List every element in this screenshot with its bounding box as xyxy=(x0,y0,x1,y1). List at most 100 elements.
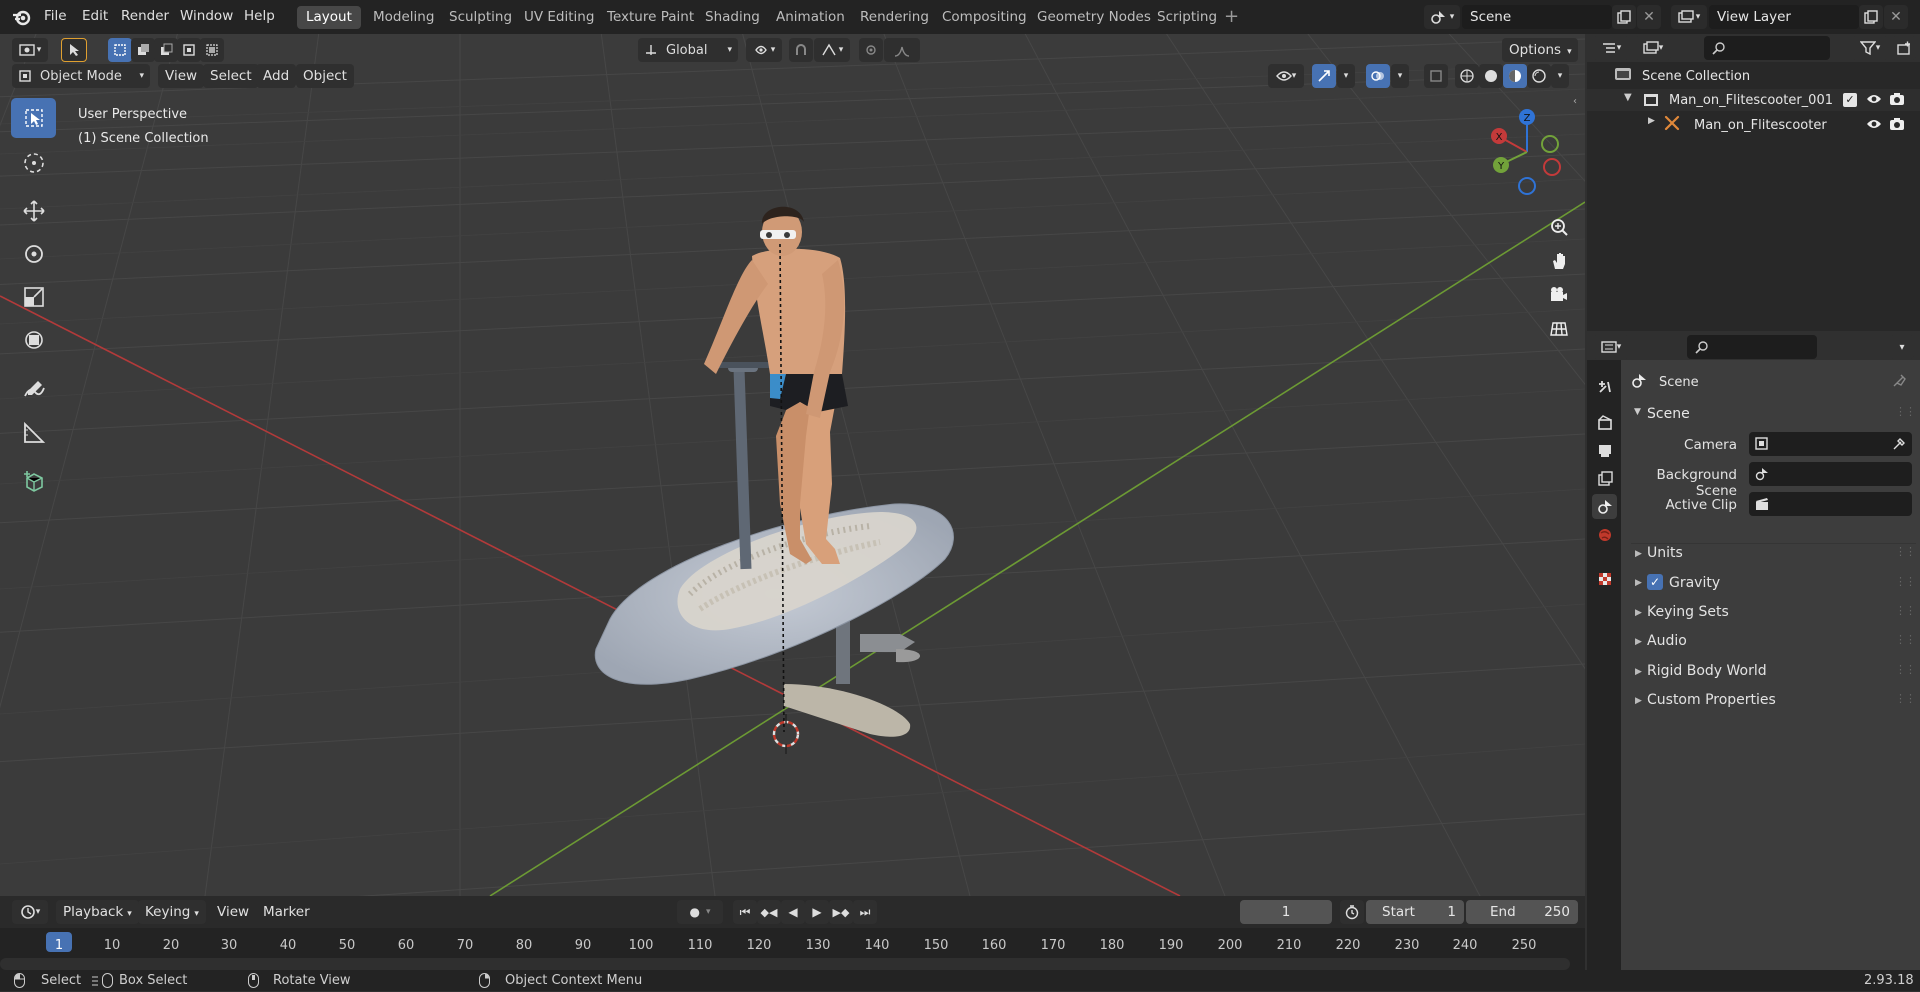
snap-target-icon[interactable]: ▾ xyxy=(814,38,850,62)
drag-handle-icon[interactable]: ⋮⋮ xyxy=(1895,692,1916,705)
playback-menu[interactable]: Playback ▾ xyxy=(56,900,139,924)
drag-handle-icon[interactable]: ⋮⋮ xyxy=(1895,663,1916,676)
audio-panel[interactable]: Audio xyxy=(1647,633,1687,649)
prev-keyframe-icon[interactable]: ◆◀ xyxy=(757,900,781,924)
menu-edit[interactable]: Edit xyxy=(82,8,108,24)
preview-range-icon[interactable] xyxy=(1340,900,1364,924)
blender-logo-icon[interactable] xyxy=(12,7,32,27)
output-tab-icon[interactable] xyxy=(1592,438,1617,463)
move-tool-icon[interactable] xyxy=(11,191,56,231)
select-subtract-icon[interactable] xyxy=(154,38,178,62)
tab-texture-paint[interactable]: Texture Paint xyxy=(598,6,703,29)
scene-selector-icon[interactable]: ▾ xyxy=(1424,5,1460,29)
overlays-toggle-icon[interactable] xyxy=(1366,64,1390,88)
units-expand-icon[interactable]: ▶ xyxy=(1635,549,1642,559)
annotate-tool-icon[interactable] xyxy=(11,370,56,410)
new-view-layer-icon[interactable] xyxy=(1859,5,1883,29)
view-layer-selector-icon[interactable]: ▾ xyxy=(1671,5,1707,29)
timeline-view-menu[interactable]: View xyxy=(210,900,256,924)
select-extend-icon[interactable] xyxy=(131,38,155,62)
gravity-expand-icon[interactable]: ▶ xyxy=(1635,578,1642,588)
gizmo-dropdown-icon[interactable]: ▾ xyxy=(1337,64,1355,88)
panel-collapse-icon[interactable]: ▼ xyxy=(1634,407,1641,417)
cursor-tool-icon[interactable] xyxy=(11,143,56,183)
audio-expand-icon[interactable]: ▶ xyxy=(1635,637,1642,647)
drag-handle-icon[interactable]: ⋮⋮ xyxy=(1895,604,1916,617)
rigid-body-world-panel[interactable]: Rigid Body World xyxy=(1647,663,1767,679)
tab-compositing[interactable]: Compositing xyxy=(933,6,1036,29)
background-scene-field[interactable] xyxy=(1749,462,1912,486)
active-clip-field[interactable] xyxy=(1749,492,1912,516)
transform-tool-icon[interactable] xyxy=(11,320,56,360)
timeline-scrollbar[interactable] xyxy=(0,958,1570,970)
drag-handle-icon[interactable]: ⋮⋮ xyxy=(1895,545,1916,558)
tab-sculpting[interactable]: Sculpting xyxy=(440,6,521,29)
view-layer-field[interactable]: View Layer xyxy=(1709,5,1859,29)
pin-icon[interactable] xyxy=(1893,373,1907,391)
expand-arrow-icon[interactable]: ▶ xyxy=(1648,116,1655,126)
rigid-body-expand-icon[interactable]: ▶ xyxy=(1635,667,1642,677)
tab-geometry-nodes[interactable]: Geometry Nodes xyxy=(1028,6,1160,29)
delete-scene-icon[interactable]: ✕ xyxy=(1637,5,1661,29)
render-tab-icon[interactable] xyxy=(1592,410,1617,435)
tab-rendering[interactable]: Rendering xyxy=(851,6,938,29)
menu-view[interactable]: View xyxy=(158,64,205,88)
menu-file[interactable]: File xyxy=(44,8,67,24)
keying-menu[interactable]: Keying ▾ xyxy=(138,900,206,924)
object-label[interactable]: Man_on_Flitescooter xyxy=(1694,118,1827,133)
tab-uv-editing[interactable]: UV Editing xyxy=(515,6,603,29)
gravity-checkbox[interactable]: ✓ xyxy=(1647,574,1663,590)
select-box-tool-icon[interactable] xyxy=(11,98,56,138)
proportional-edit-icon[interactable] xyxy=(859,38,883,62)
drag-handle-icon[interactable]: ⋮⋮ xyxy=(1895,633,1916,646)
add-workspace-icon[interactable]: + xyxy=(1224,6,1239,27)
play-reverse-icon[interactable]: ◀ xyxy=(781,900,805,924)
drag-handle-icon[interactable]: ⋮⋮ xyxy=(1895,575,1916,588)
zoom-view-icon[interactable] xyxy=(1544,212,1574,242)
next-keyframe-icon[interactable]: ▶◆ xyxy=(829,900,853,924)
pan-view-icon[interactable] xyxy=(1544,246,1574,276)
gravity-panel[interactable]: Gravity xyxy=(1669,575,1720,591)
select-invert-icon[interactable] xyxy=(177,38,201,62)
menu-add[interactable]: Add xyxy=(256,64,297,88)
editor-type-icon[interactable]: ▾ xyxy=(12,38,48,62)
rendered-shading-icon[interactable] xyxy=(1527,64,1551,88)
timeline-editor-type-icon[interactable]: ▾ xyxy=(12,900,48,924)
measure-tool-icon[interactable] xyxy=(11,413,56,453)
menu-render[interactable]: Render xyxy=(121,8,169,24)
jump-start-icon[interactable]: ⏮ xyxy=(733,900,757,924)
xray-toggle-icon[interactable] xyxy=(1424,64,1448,88)
play-icon[interactable]: ▶ xyxy=(805,900,829,924)
units-panel[interactable]: Units xyxy=(1647,545,1683,561)
transform-orientation-dropdown[interactable]: Global ▾ xyxy=(638,38,738,62)
select-intersect-icon[interactable] xyxy=(200,38,224,62)
options-dropdown[interactable]: Options ▾ xyxy=(1502,38,1578,62)
sidebar-toggle-icon[interactable]: ‹ xyxy=(1573,96,1577,107)
tool-tab-icon[interactable] xyxy=(1592,374,1617,399)
auto-keying-icon[interactable]: ● ▾ xyxy=(677,900,723,924)
exclude-checkbox[interactable]: ✓ xyxy=(1843,93,1857,107)
custom-properties-panel[interactable]: Custom Properties xyxy=(1647,692,1776,708)
keying-sets-expand-icon[interactable]: ▶ xyxy=(1635,608,1642,618)
eye-icon[interactable] xyxy=(1866,117,1882,135)
scene-name-field[interactable]: Scene xyxy=(1462,5,1612,29)
new-scene-icon[interactable] xyxy=(1612,5,1636,29)
tab-layout[interactable]: Layout xyxy=(297,6,361,29)
drag-handle-icon[interactable]: ⋮⋮ xyxy=(1895,405,1916,418)
custom-props-expand-icon[interactable]: ▶ xyxy=(1635,696,1642,706)
start-frame-field[interactable]: Start 1 xyxy=(1366,900,1464,924)
collection-label[interactable]: Man_on_Flitescooter_001 xyxy=(1669,93,1833,108)
navigation-gizmo[interactable]: Z X Y xyxy=(1482,104,1572,204)
texture-tab-icon[interactable] xyxy=(1592,566,1617,591)
properties-options-icon[interactable]: ▾ xyxy=(1890,335,1914,359)
falloff-icon[interactable] xyxy=(884,38,920,62)
scene-tab-icon[interactable] xyxy=(1592,494,1617,519)
current-frame-field[interactable]: 1 xyxy=(1240,900,1332,924)
camera-render-icon[interactable] xyxy=(1889,117,1905,135)
marker-menu[interactable]: Marker xyxy=(256,900,317,924)
tab-scripting[interactable]: Scripting xyxy=(1148,6,1226,29)
gizmo-toggle-icon[interactable] xyxy=(1312,64,1336,88)
display-mode-icon[interactable]: ▾ xyxy=(1635,36,1671,60)
rotate-tool-icon[interactable] xyxy=(11,234,56,274)
menu-window[interactable]: Window xyxy=(180,8,233,24)
